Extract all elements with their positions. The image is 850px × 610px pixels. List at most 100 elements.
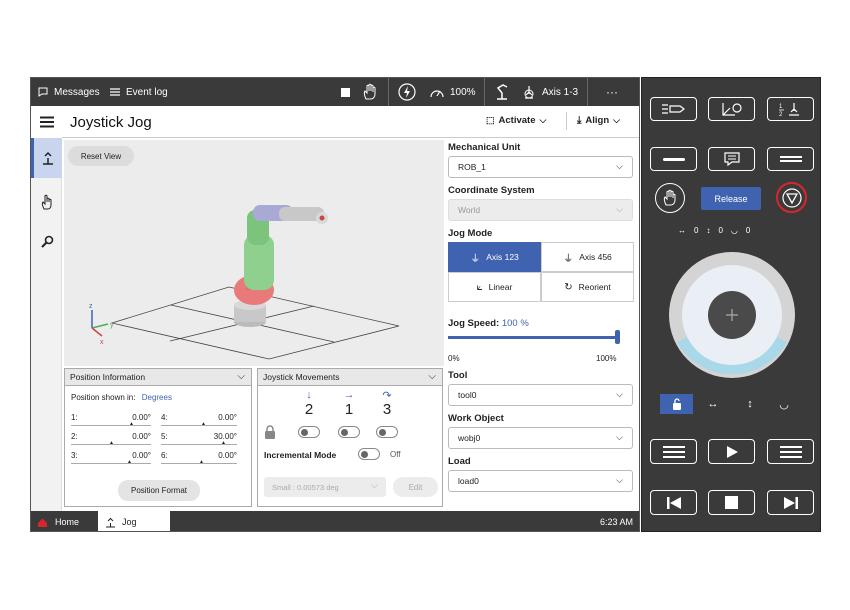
robot-button[interactable] [494, 78, 510, 106]
axis-label: 2: [71, 432, 78, 441]
jog-mode-axis-123[interactable]: ⏚ Axis 123 [448, 242, 541, 272]
step-forward-button[interactable] [767, 490, 814, 515]
jog-mode-linear[interactable]: ⟀ Linear [448, 272, 541, 302]
jog-mode-reorient[interactable]: ↻ Reorient [541, 272, 634, 302]
jog-speed-value: 100 % [501, 318, 529, 329]
axis-label: 4: [161, 413, 168, 422]
edit-increment-button[interactable]: Edit [393, 477, 438, 497]
list-icon [662, 445, 685, 458]
emergency-stop-button[interactable] [776, 182, 807, 213]
position-row: 6: 0.00° ▲ [161, 451, 237, 465]
axis-mode-button[interactable]: Axis 1-3 [521, 78, 578, 106]
mechanical-unit-dropdown[interactable]: ROB_1 ⌵ [448, 156, 633, 178]
mechanical-unit-label: Mechanical Unit [448, 142, 521, 153]
release-button[interactable]: Release [701, 187, 761, 210]
axis-1-toggle[interactable] [338, 426, 360, 438]
more-button[interactable]: ··· [606, 78, 618, 106]
position-format-button[interactable]: Position Format [118, 480, 200, 501]
programmable-key-2[interactable] [708, 97, 755, 121]
step-forward-list-button[interactable] [767, 439, 814, 464]
robot-model-graphic: z x y [89, 205, 400, 360]
sidebar-item-hand[interactable] [31, 182, 62, 222]
chevron-down-icon: ⌵ [616, 161, 623, 171]
jog-speed-min: 0% [448, 354, 460, 363]
jog-mode-label: Jog Mode [448, 228, 493, 239]
rotate-axis-toggle[interactable]: ◡ [767, 394, 801, 414]
activate-button[interactable]: ⬚ Activate ⌵ [486, 115, 546, 126]
speed-button[interactable]: 100% [429, 78, 476, 106]
axis-2-toggle[interactable] [298, 426, 320, 438]
axis-label: 6: [161, 451, 168, 460]
minus-bar-icon [662, 157, 685, 161]
sidebar-item-tool[interactable] [31, 222, 62, 262]
down-arrow-icon: ↓ [306, 389, 312, 401]
event-log-button[interactable]: Event log [109, 78, 168, 106]
enable-hold-button[interactable] [655, 183, 685, 213]
programmable-key-1[interactable] [650, 97, 697, 121]
programmable-key-4[interactable] [650, 147, 697, 171]
axis-label: 3: [71, 451, 78, 460]
rotate-icon: ◡ [730, 226, 738, 235]
incremental-mode-toggle[interactable] [358, 448, 380, 460]
vertical-axis-toggle[interactable]: ↕ [733, 394, 767, 414]
align-button[interactable]: ⤓ Align ⌵ [577, 115, 620, 126]
chevron-down-icon: ⌵ [539, 115, 547, 125]
increment-size-dropdown[interactable]: Small : 0.00573 deg ⌵ [264, 477, 386, 497]
jog-tab-label: Jog [122, 517, 137, 527]
align-label: Align [585, 115, 610, 126]
rotate-icon: ◡ [779, 398, 789, 411]
load-dropdown[interactable]: load0 ⌵ [448, 470, 633, 492]
lock-toggle[interactable] [660, 394, 693, 414]
list-icon [779, 445, 802, 458]
tool-gripper-icon [661, 104, 685, 114]
jog-mode-axis-456[interactable]: ⏚ Axis 456 [541, 242, 634, 272]
joystick-movements-header[interactable]: Joystick Movements ⌵ [258, 369, 442, 386]
tool-dropdown[interactable]: tool0 ⌵ [448, 384, 633, 406]
axis-value: 0.00° [132, 451, 151, 460]
joystick-dial[interactable] [667, 250, 797, 380]
jog-speed-slider[interactable] [448, 330, 620, 344]
messages-button[interactable]: Messages [37, 78, 100, 106]
x-axis-label: x [100, 339, 104, 346]
page-header: Joystick Jog ⬚ Activate ⌵ ⤓ Align ⌵ [62, 106, 639, 138]
step-back-list-button[interactable] [650, 439, 697, 464]
readout-value: 0 [718, 226, 723, 235]
work-object-dropdown[interactable]: wobj0 ⌵ [448, 427, 633, 449]
message-key[interactable] [708, 147, 755, 171]
programmable-key-5[interactable] [767, 147, 814, 171]
stop-button[interactable] [341, 78, 350, 106]
home-tab[interactable]: Home [37, 511, 79, 531]
robot-3d-viewport[interactable]: Reset View z x y [64, 140, 444, 366]
page-title: Joystick Jog [70, 114, 152, 131]
coordinate-system-dropdown[interactable]: World ⌵ [448, 199, 633, 221]
jog-tab[interactable]: Jog [98, 511, 170, 531]
chevron-down-icon: ⌵ [616, 204, 623, 214]
power-button[interactable] [398, 78, 416, 106]
position-information-panel: Position Information ⌵ Position shown in… [64, 368, 252, 507]
top-bar: Messages Event log 100% Axis 1-3 ··· [31, 78, 639, 106]
lock-icon [672, 398, 681, 410]
position-information-header[interactable]: Position Information ⌵ [65, 369, 251, 386]
stop-program-button[interactable] [708, 490, 755, 515]
sidebar-item-jog[interactable] [31, 138, 62, 178]
play-button[interactable] [708, 439, 755, 464]
jog-mode-label-text: Axis 456 [579, 252, 612, 262]
stop-square-icon [341, 87, 350, 97]
horizontal-axis-toggle[interactable]: ↔ [693, 394, 733, 414]
linear-icon: ⟀ [476, 281, 483, 293]
play-icon [726, 445, 738, 458]
y-axis-label: y [110, 322, 114, 329]
lock-icon [265, 425, 275, 439]
motors-hand-button[interactable] [361, 78, 379, 106]
position-unit-link[interactable]: Degrees [142, 393, 172, 402]
jog-mode-label-text: Axis 123 [486, 252, 519, 262]
axis-3-toggle[interactable] [376, 426, 398, 438]
chevron-down-icon: ⌵ [616, 432, 623, 442]
chevron-down-icon: ⌵ [616, 389, 623, 399]
step-backward-button[interactable] [650, 490, 697, 515]
programmable-key-3[interactable]: 12 [767, 97, 814, 121]
menu-button[interactable] [31, 106, 62, 138]
stop-square-icon [725, 496, 738, 509]
jog-speed-handle[interactable] [615, 330, 620, 344]
home-icon [38, 518, 47, 527]
